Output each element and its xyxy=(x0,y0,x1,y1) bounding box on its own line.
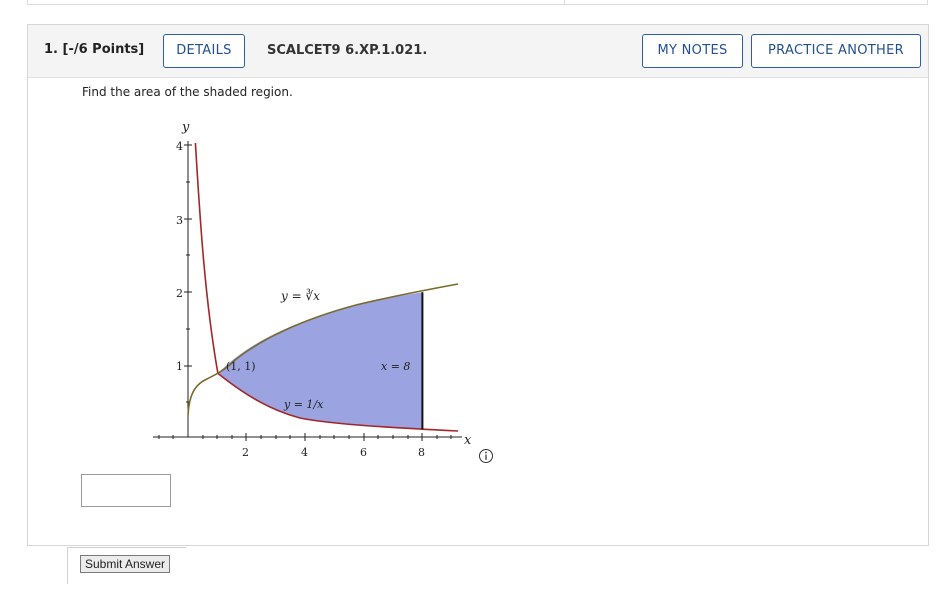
info-circle-icon[interactable] xyxy=(479,449,493,463)
lower-curve-label: y = 1/x xyxy=(283,398,324,411)
y-axis-label: y xyxy=(181,120,190,135)
x-tick-label-2: 2 xyxy=(242,446,249,459)
intersection-label: (1, 1) xyxy=(226,360,256,373)
y-tick-label-2: 2 xyxy=(176,287,183,300)
x-tick-label-6: 6 xyxy=(360,446,367,459)
y-tick-label-1: 1 xyxy=(176,360,183,373)
vertical-line-label: x = 8 xyxy=(381,360,410,373)
upper-curve-label: y = ∛x xyxy=(280,288,320,303)
y-tick-label-4: 4 xyxy=(176,140,183,153)
y-tick-label-3: 3 xyxy=(176,214,183,227)
x-axis-label: x xyxy=(464,433,472,448)
x-tick-label-8: 8 xyxy=(418,446,425,459)
submit-answer-button[interactable]: Submit Answer xyxy=(80,555,170,573)
answer-input[interactable] xyxy=(81,474,171,507)
x-tick-label-4: 4 xyxy=(301,446,308,459)
